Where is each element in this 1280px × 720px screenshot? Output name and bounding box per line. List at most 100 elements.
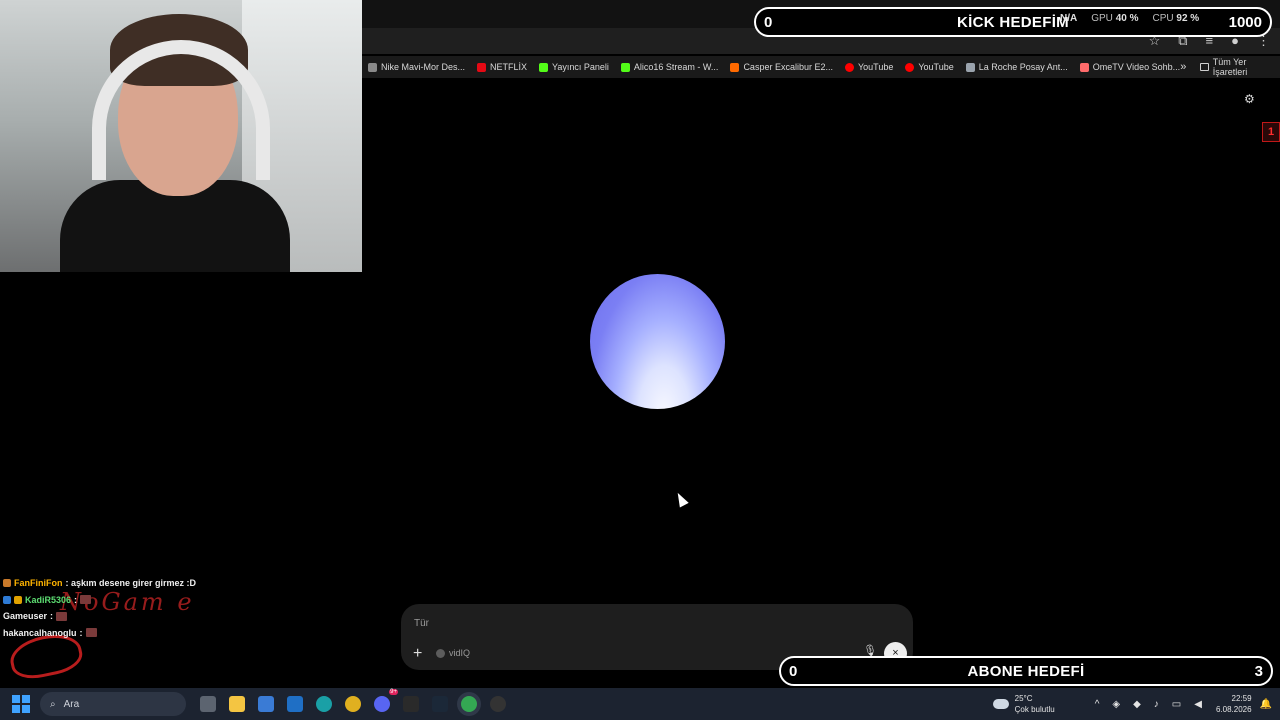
- add-attachment-button[interactable]: +: [413, 645, 422, 663]
- chat-username: FanFiniFon: [14, 578, 63, 589]
- system-stats: N/A GPU 40 % CPU 92 %: [1060, 13, 1199, 24]
- bookmarks-bar: Nike Mavi-Mor Des... NETFLİX Yayıncı Pan…: [356, 56, 1280, 78]
- cpu-value: 92 %: [1176, 13, 1200, 24]
- windows-start-icon[interactable]: [12, 695, 30, 713]
- network-icon[interactable]: ▭: [1172, 699, 1181, 710]
- chat-emote-icon: [85, 628, 97, 638]
- kick-icon: [620, 62, 630, 72]
- sub-goal-bar: 0 ABONE HEDEFİ 3: [779, 656, 1273, 686]
- sub-goal-target: 3: [1254, 662, 1263, 680]
- obs-icon[interactable]: [490, 696, 506, 712]
- bookmark-label: YouTube: [918, 62, 954, 72]
- discord-badge: 9+: [389, 689, 398, 695]
- chat-username: Gameuser: [3, 611, 48, 622]
- mouse-cursor-icon: [673, 490, 689, 508]
- composer-placeholder[interactable]: Tür: [414, 618, 429, 629]
- chat-message: hakancalhanoglu :: [3, 625, 196, 642]
- bookmark-label: Casper Excalibur E2...: [743, 62, 833, 72]
- search-label: Ara: [63, 698, 80, 710]
- weather-temp: 25°C: [1014, 694, 1033, 703]
- bookmark-item[interactable]: NETFLİX: [477, 62, 527, 72]
- chat-username: hakancalhanoglu: [3, 627, 77, 638]
- microphone-tray-icon[interactable]: ♪: [1154, 699, 1159, 710]
- vidiq-icon: [436, 648, 445, 658]
- chat-badge-icon: [3, 595, 11, 604]
- bookmark-item[interactable]: YouTube: [844, 62, 894, 72]
- bookmark-label: Nike Mavi-Mor Des...: [381, 62, 466, 72]
- clock-date: 6.08.2026: [1215, 705, 1252, 714]
- weather-widget[interactable]: 25°C Çok bulutlu: [992, 693, 1055, 715]
- streaming-app-icon[interactable]: [403, 696, 419, 712]
- gpu-label: GPU: [1091, 13, 1113, 24]
- weather-desc: Çok bulutlu: [1014, 705, 1055, 714]
- edge-icon[interactable]: [316, 696, 332, 712]
- chat-text: : aşkım desene girer girmez :D: [65, 578, 197, 589]
- chat-text: :: [74, 594, 78, 605]
- bookmark-item[interactable]: La Roche Posay Ant...: [965, 62, 1068, 72]
- chat-message: Gameuser :: [3, 608, 196, 625]
- sliders-icon[interactable]: ⚙: [1244, 92, 1255, 106]
- gpu-stat: GPU 40 %: [1091, 13, 1138, 24]
- chat-emote-icon: [80, 595, 92, 605]
- ometv-icon: [1079, 62, 1089, 72]
- tray-app-icon[interactable]: ◈: [1112, 699, 1120, 710]
- vidiq-tool-chip[interactable]: vidIQ: [436, 648, 470, 658]
- webcam-feed: [0, 0, 362, 272]
- notification-bell-icon[interactable]: 🔔: [1260, 699, 1272, 710]
- bookmark-item[interactable]: Casper Excalibur E2...: [730, 62, 833, 72]
- all-bookmarks-button[interactable]: Tüm Yer İşaretleri: [1200, 57, 1270, 77]
- microsoft-store-icon[interactable]: [258, 696, 274, 712]
- chat-message: FanFiniFon : aşkım desene girer girmez :…: [3, 575, 196, 592]
- chevron-up-icon[interactable]: ^: [1095, 699, 1100, 710]
- stat-na-value: N/A: [1060, 13, 1078, 24]
- tray-app-icon[interactable]: ◆: [1133, 699, 1141, 710]
- side-notification-badge[interactable]: 1: [1262, 122, 1280, 142]
- steam-icon[interactable]: [432, 696, 448, 712]
- bookmark-item[interactable]: Alico16 Stream - W...: [620, 62, 719, 72]
- bookmark-item[interactable]: Nike Mavi-Mor Des...: [368, 62, 465, 72]
- voice-assistant-orb: [590, 274, 725, 409]
- gpu-value: 40 %: [1115, 13, 1139, 24]
- bookmark-label: OmeTV Video Sohb...: [1092, 62, 1181, 72]
- youtube-icon: [844, 62, 854, 72]
- kick-icon: [539, 62, 549, 72]
- bookmark-item[interactable]: OmeTV Video Sohb...: [1079, 62, 1181, 72]
- more-bookmarks-button[interactable]: »: [1180, 61, 1186, 73]
- chrome-icon[interactable]: [345, 696, 361, 712]
- weather-text: 25°C Çok bulutlu: [1015, 693, 1055, 715]
- chat-emote-icon: [56, 611, 68, 621]
- volume-icon[interactable]: ◀: [1194, 699, 1202, 710]
- taskbar: ⌕ Ara 9+ 25°C Çok bulutlu ^ ◈ ◆ ♪ ▭ ◀ 22…: [0, 688, 1280, 720]
- cpu-label: CPU: [1152, 13, 1174, 24]
- bookmark-label: NETFLİX: [490, 62, 528, 72]
- vidiq-label: vidIQ: [449, 648, 471, 658]
- discord-icon[interactable]: 9+: [374, 689, 398, 712]
- task-view-icon[interactable]: [200, 696, 216, 712]
- youtube-icon: [905, 62, 915, 72]
- chat-badge-icon: [14, 595, 22, 604]
- cpu-stat: CPU 92 %: [1152, 13, 1199, 24]
- chat-text: :: [50, 611, 54, 622]
- bookmark-label: Alico16 Stream - W...: [633, 62, 719, 72]
- clock[interactable]: 22:59 6.08.2026: [1216, 693, 1252, 715]
- sub-goal-title: ABONE HEDEFİ: [967, 662, 1085, 680]
- bookmark-favicon-icon: [368, 62, 377, 72]
- search-icon: ⌕: [50, 698, 56, 710]
- chat-overlay: FanFiniFon : aşkım desene girer girmez :…: [3, 575, 196, 641]
- file-explorer-icon[interactable]: [229, 696, 245, 712]
- bookmark-item[interactable]: Yayıncı Paneli: [539, 62, 609, 72]
- taskbar-search[interactable]: ⌕ Ara: [40, 692, 186, 716]
- folder-icon: [1200, 63, 1209, 71]
- bookmark-item[interactable]: YouTube: [905, 62, 954, 72]
- bookmark-label: YouTube: [857, 62, 894, 72]
- hepsiburada-icon: [730, 62, 740, 72]
- taskbar-apps: 9+: [200, 689, 506, 712]
- outlook-icon[interactable]: [287, 696, 303, 712]
- chat-text: :: [79, 627, 83, 638]
- tray-icons: ^ ◈ ◆ ♪ ▭ ◀: [1095, 699, 1202, 710]
- bookmark-label: La Roche Posay Ant...: [978, 62, 1068, 72]
- chat-username: KadiR5306: [25, 594, 72, 605]
- chat-badge-icon: [3, 579, 11, 588]
- chrome-active-icon[interactable]: [461, 696, 477, 712]
- system-tray: 25°C Çok bulutlu ^ ◈ ◆ ♪ ▭ ◀ 22:59 6.08.…: [992, 688, 1280, 720]
